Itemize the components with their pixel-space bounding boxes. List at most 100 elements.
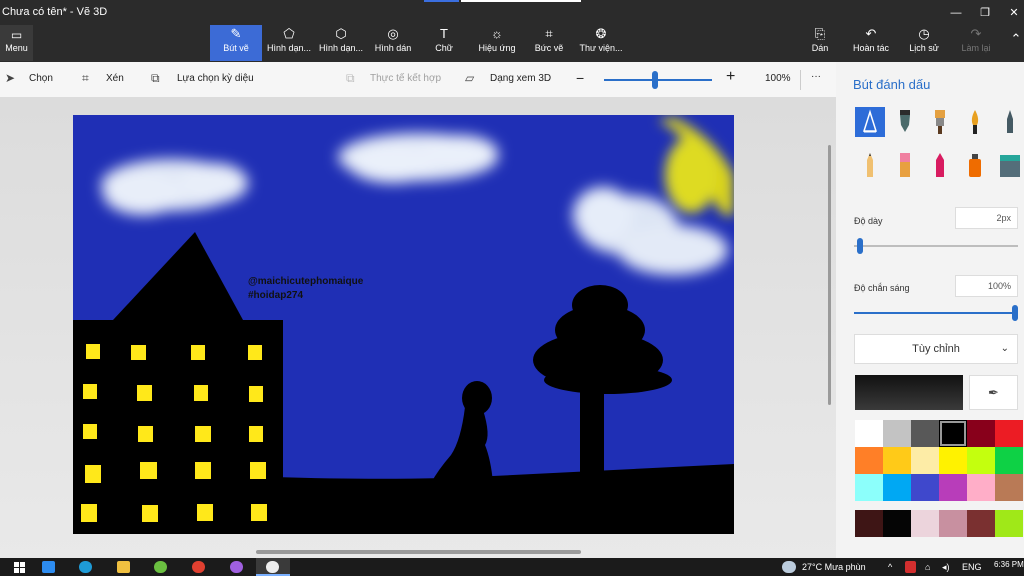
3d-view-button[interactable]: Dạng xem 3D xyxy=(490,73,551,84)
history-icon: ◷ xyxy=(918,26,930,41)
crayon-brush[interactable] xyxy=(925,150,955,180)
color-swatch[interactable] xyxy=(995,474,1023,501)
2d-shapes-icon: ⬠ xyxy=(283,26,295,41)
windows-start-icon[interactable] xyxy=(14,562,25,573)
maximize-button[interactable]: ❐ xyxy=(973,4,997,22)
color-swatch[interactable] xyxy=(967,447,995,474)
paint-3d-taskbar-button[interactable] xyxy=(256,558,290,576)
pixel-pen-brush[interactable] xyxy=(995,107,1024,137)
color-swatch[interactable] xyxy=(911,474,939,501)
redo-label: Làm lại xyxy=(961,43,991,53)
mixed-reality-button[interactable]: Thực tế kết hợp xyxy=(370,73,441,84)
tool-text[interactable]: T Chữ xyxy=(424,25,464,61)
volume-icon[interactable]: ◂) xyxy=(942,562,950,573)
color-swatch[interactable] xyxy=(967,474,995,501)
thickness-slider-thumb[interactable] xyxy=(857,238,864,254)
menu-label: Menu xyxy=(5,43,28,53)
tool-3d-shapes[interactable]: ⬡ Hình dạn... xyxy=(316,25,366,61)
ribbon-collapse-button[interactable]: ⌃ xyxy=(1008,30,1024,66)
thickness-input[interactable]: 2px xyxy=(955,207,1018,229)
menu-button[interactable]: ▭ Menu xyxy=(0,25,33,61)
color-swatch[interactable] xyxy=(939,474,967,501)
tool-label: Bút vẽ xyxy=(223,43,249,53)
vertical-scrollbar[interactable] xyxy=(828,145,831,405)
spray-can-brush[interactable] xyxy=(960,150,990,180)
3d-shapes-icon: ⬡ xyxy=(335,26,347,41)
marker-brush[interactable] xyxy=(855,107,885,137)
weather-text[interactable]: 27°C Mưa phùn xyxy=(802,562,866,572)
zoom-out-button[interactable]: − xyxy=(576,70,584,86)
color-swatch[interactable] xyxy=(855,474,883,501)
opacity-input[interactable]: 100% xyxy=(955,275,1018,297)
watercolor-brush[interactable] xyxy=(960,107,990,137)
taskbar: 27°C Mưa phùn ^ ⌂ ◂) ENG 6:36 PM xyxy=(0,558,1024,576)
tool-stickers[interactable]: ◎ Hình dán xyxy=(368,25,418,61)
undo-button[interactable]: ↶ Hoàn tác xyxy=(850,25,892,61)
calligraphy-pen-brush[interactable] xyxy=(890,107,920,137)
more-options-button[interactable]: ··· xyxy=(811,71,821,82)
color-swatch[interactable] xyxy=(911,447,939,474)
color-swatch[interactable] xyxy=(855,420,883,447)
color-swatch[interactable] xyxy=(967,510,995,537)
paste-icon: ⎘ xyxy=(814,26,826,41)
select-button[interactable]: Chọn xyxy=(29,73,53,84)
opacity-slider-thumb[interactable] xyxy=(1012,305,1018,321)
tool-brushes[interactable]: ✎ Bút vẽ xyxy=(210,25,262,61)
chevron-up-icon: ⌃ xyxy=(1010,31,1022,46)
close-button[interactable]: ✕ xyxy=(1002,4,1024,22)
crop-button[interactable]: Xén xyxy=(106,73,124,84)
color-swatch[interactable] xyxy=(939,420,967,447)
zoom-value[interactable]: 100% xyxy=(765,73,791,84)
color-swatch[interactable] xyxy=(967,420,995,447)
color-swatch[interactable] xyxy=(939,447,967,474)
color-swatch[interactable] xyxy=(939,510,967,537)
eraser-brush[interactable] xyxy=(890,150,920,180)
edge-browser-icon[interactable] xyxy=(79,561,92,573)
tool-effects[interactable]: ☼ Hiệu ứng xyxy=(474,25,520,61)
horizontal-scrollbar[interactable] xyxy=(256,550,581,554)
effects-icon: ☼ xyxy=(491,26,503,41)
pencil-brush[interactable] xyxy=(855,150,885,180)
minimize-button[interactable]: — xyxy=(944,4,968,22)
current-color-swatch[interactable] xyxy=(855,375,963,410)
network-icon[interactable]: ⌂ xyxy=(925,562,930,572)
eyedropper-button[interactable]: ✒ xyxy=(969,375,1018,410)
tool-2d-shapes[interactable]: ⬠ Hình dạn... xyxy=(264,25,314,61)
fill-bucket-brush[interactable] xyxy=(995,150,1024,180)
clock[interactable]: 6:36 PM xyxy=(994,560,1024,569)
app-icon[interactable] xyxy=(230,561,243,573)
color-swatch[interactable] xyxy=(855,510,883,537)
file-explorer-icon[interactable] xyxy=(117,561,130,573)
history-button[interactable]: ◷ Lịch sử xyxy=(906,25,942,61)
color-swatch[interactable] xyxy=(911,510,939,537)
drawing-canvas[interactable] xyxy=(73,115,734,534)
paste-button[interactable]: ⎘ Dán xyxy=(806,25,834,61)
color-swatch[interactable] xyxy=(883,510,911,537)
zoom-slider-thumb[interactable] xyxy=(651,71,658,89)
redo-button[interactable]: ↷ Làm lại xyxy=(956,25,996,61)
color-swatch[interactable] xyxy=(883,447,911,474)
magic-select-button[interactable]: Lựa chọn kỳ diệu xyxy=(177,73,254,84)
finish-dropdown[interactable]: Tùy chỉnh ⌄ xyxy=(854,334,1018,364)
zoom-app-icon[interactable] xyxy=(42,561,55,573)
color-swatch[interactable] xyxy=(995,447,1023,474)
color-swatch[interactable] xyxy=(995,420,1023,447)
tool-canvas[interactable]: ⌗ Bức vẽ xyxy=(528,25,570,61)
chrome-browser-icon[interactable] xyxy=(192,561,205,573)
undo-label: Hoàn tác xyxy=(852,43,890,53)
color-swatch[interactable] xyxy=(883,474,911,501)
language-indicator[interactable]: ENG xyxy=(962,562,982,572)
color-swatch[interactable] xyxy=(911,420,939,447)
watermark-text-2: #hoidap274 xyxy=(248,290,304,301)
eyedropper-icon: ✒ xyxy=(988,385,999,400)
app-icon[interactable] xyxy=(154,561,167,573)
color-swatch[interactable] xyxy=(883,420,911,447)
color-swatch[interactable] xyxy=(995,510,1023,537)
color-swatch[interactable] xyxy=(855,447,883,474)
oil-brush[interactable] xyxy=(925,107,955,137)
app-tray-icon[interactable] xyxy=(905,561,916,573)
zoom-in-button[interactable]: + xyxy=(726,68,735,86)
3d-library-icon: ❂ xyxy=(595,26,607,41)
tool-3d-library[interactable]: ❂ Thư viện... xyxy=(576,25,626,61)
chevron-up-icon[interactable]: ^ xyxy=(888,562,892,572)
